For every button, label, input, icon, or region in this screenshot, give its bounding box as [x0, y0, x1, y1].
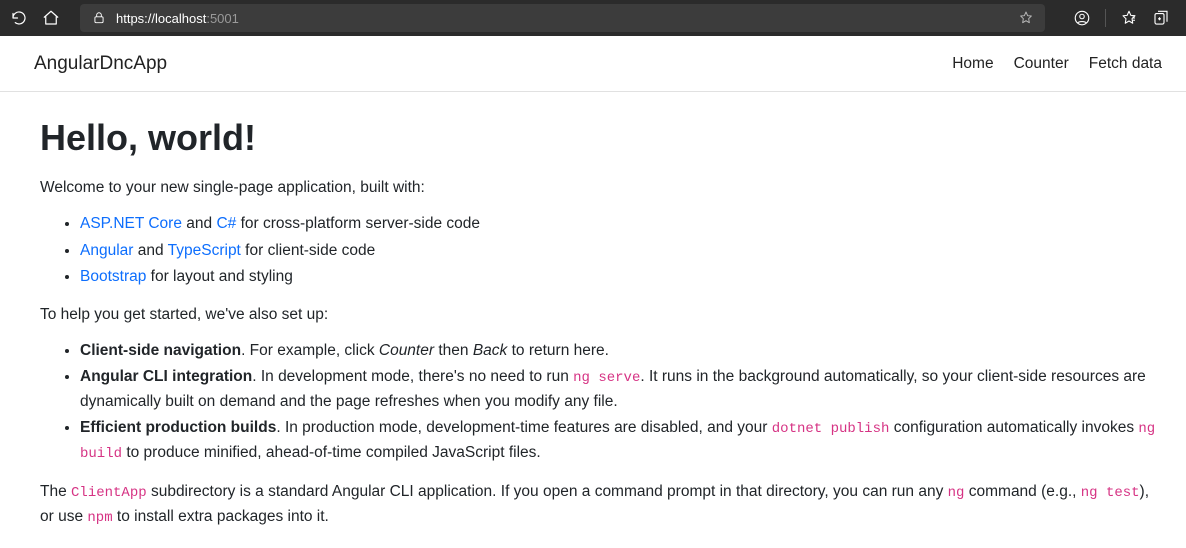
nav-home[interactable]: Home [952, 55, 993, 73]
intro-text: Welcome to your new single-page applicat… [40, 176, 1162, 200]
setup-intro: To help you get started, we've also set … [40, 303, 1162, 327]
code-dotnet-publish: dotnet publish [772, 421, 890, 437]
link-aspnet-core[interactable]: ASP.NET Core [80, 215, 182, 232]
list-item: Angular CLI integration. In development … [80, 365, 1162, 414]
chrome-right-controls [1073, 9, 1170, 27]
list-item: ASP.NET Core and C# for cross-platform s… [80, 212, 1162, 236]
page-content: Hello, world! Welcome to your new single… [0, 92, 1186, 548]
lock-icon [90, 9, 108, 27]
code-clientapp: ClientApp [71, 485, 147, 501]
address-bar[interactable]: https://localhost:5001 [80, 4, 1045, 32]
refresh-icon[interactable] [10, 9, 28, 27]
list-item: Angular and TypeScript for client-side c… [80, 239, 1162, 263]
collections-icon[interactable] [1152, 9, 1170, 27]
favorites-icon[interactable] [1120, 9, 1138, 27]
nav-fetch-data[interactable]: Fetch data [1089, 55, 1162, 73]
link-angular[interactable]: Angular [80, 242, 133, 259]
code-ng-test: ng test [1081, 485, 1140, 501]
app-navbar: AngularDncApp Home Counter Fetch data [0, 36, 1186, 92]
home-icon[interactable] [42, 9, 60, 27]
stack-list: ASP.NET Core and C# for cross-platform s… [80, 212, 1162, 289]
profile-icon[interactable] [1073, 9, 1091, 27]
star-outline-icon[interactable] [1017, 9, 1035, 27]
nav-links: Home Counter Fetch data [952, 55, 1162, 73]
code-ng-serve: ng serve [573, 370, 640, 386]
brand-title[interactable]: AngularDncApp [34, 53, 167, 75]
clientapp-note: The ClientApp subdirectory is a standard… [40, 480, 1162, 530]
list-item: Bootstrap for layout and styling [80, 265, 1162, 289]
page-title: Hello, world! [40, 110, 1162, 166]
code-npm: npm [87, 510, 112, 526]
browser-toolbar: https://localhost:5001 [0, 0, 1186, 36]
url-text: https://localhost:5001 [116, 11, 1009, 26]
link-csharp[interactable]: C# [216, 215, 236, 232]
link-bootstrap[interactable]: Bootstrap [80, 268, 146, 285]
divider [1105, 9, 1106, 27]
code-ng: ng [948, 485, 965, 501]
features-list: Client-side navigation. For example, cli… [80, 339, 1162, 466]
list-item: Client-side navigation. For example, cli… [80, 339, 1162, 363]
list-item: Efficient production builds. In producti… [80, 416, 1162, 466]
nav-counter[interactable]: Counter [1014, 55, 1069, 73]
link-typescript[interactable]: TypeScript [168, 242, 241, 259]
